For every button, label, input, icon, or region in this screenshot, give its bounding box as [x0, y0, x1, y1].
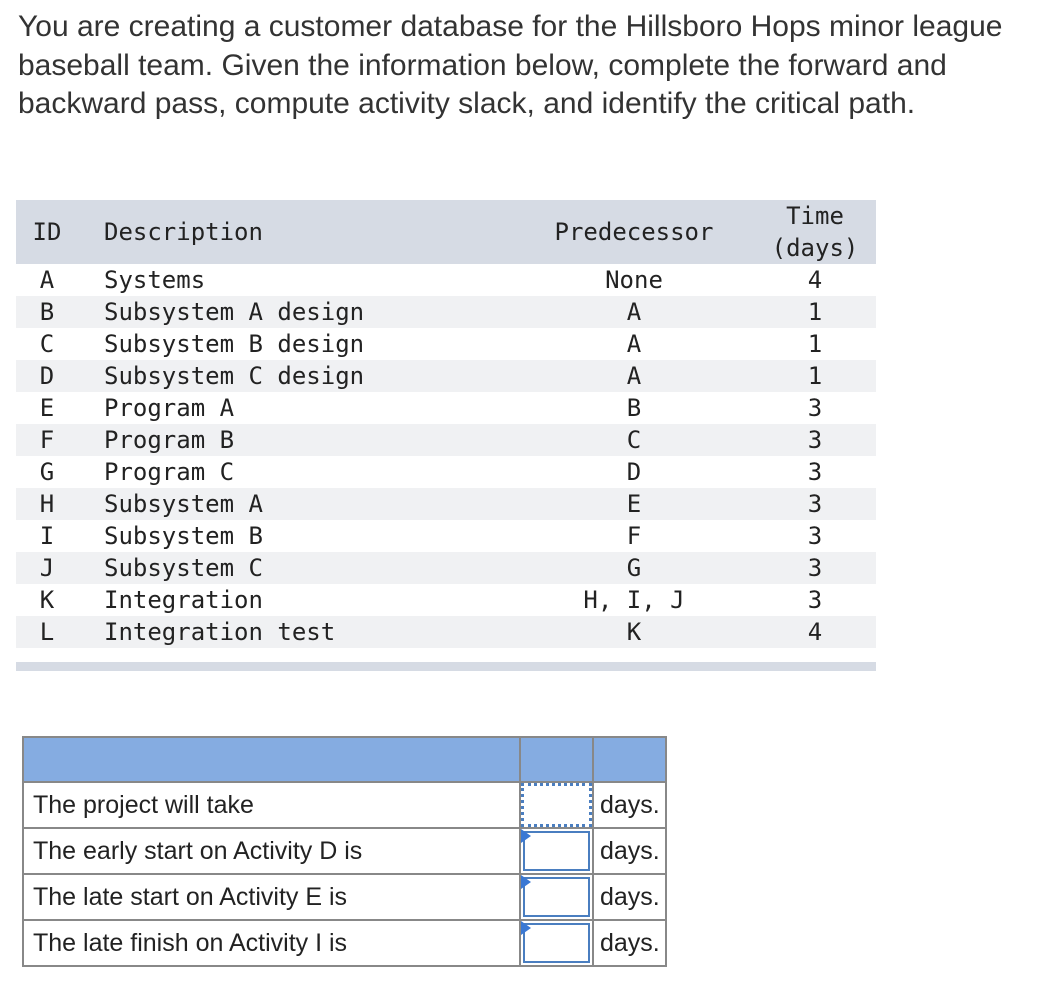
answer-row: The late start on Activity E is days. [22, 873, 667, 921]
header-description: Description [78, 200, 514, 264]
row-time: 3 [807, 586, 823, 614]
table-row: K Integration H, I, J 3 [16, 584, 876, 616]
row-id: J [16, 552, 78, 584]
table-row: H Subsystem AE3 [16, 488, 876, 520]
late-finish-i-input[interactable] [523, 923, 590, 963]
answer-unit: days. [592, 873, 667, 921]
project-duration-input[interactable] [521, 783, 592, 827]
row-description: Subsystem A design [78, 296, 514, 328]
answer-table-header [22, 736, 667, 783]
answer-input-cell [519, 827, 594, 875]
table-row: E Program A B 3 [16, 392, 876, 424]
table-row: F Program BC3 [16, 424, 876, 456]
row-description: Systems [104, 266, 206, 294]
row-id: K [39, 586, 55, 614]
table-row: A Systems None 4 [16, 264, 876, 296]
input-flag-icon [521, 875, 531, 889]
row-time: 1 [754, 296, 876, 328]
table-row: L Integration test K 4 [16, 616, 876, 648]
answer-question: The project will take [22, 781, 521, 829]
row-description: Program B [78, 424, 514, 456]
row-predecessor: D [626, 458, 642, 486]
header-time: Time (days) [754, 200, 876, 264]
answer-unit: days. [592, 827, 667, 875]
answer-header-unit-cell [592, 736, 667, 783]
activity-table-header: ID Description Predecessor Time (days) [16, 200, 876, 264]
row-time: 3 [807, 458, 823, 486]
row-id: H [16, 488, 78, 520]
answer-row: The early start on Activity D is days. [22, 827, 667, 875]
row-id: F [16, 424, 78, 456]
table-row: D Subsystem C design A 1 [16, 360, 876, 392]
row-time: 3 [754, 488, 876, 520]
answer-input-cell [519, 919, 594, 967]
row-id: C [39, 330, 55, 358]
row-time: 3 [807, 394, 823, 422]
answer-question: The late finish on Activity I is [22, 919, 521, 967]
row-predecessor: A [514, 296, 754, 328]
table-bottom-rule [16, 662, 876, 671]
header-time-line1: Time [786, 202, 844, 230]
row-predecessor: A [626, 330, 642, 358]
row-predecessor: None [605, 266, 663, 294]
row-id: I [39, 522, 55, 550]
row-id: E [39, 394, 55, 422]
table-row: I Subsystem B F 3 [16, 520, 876, 552]
answer-question: The late start on Activity E is [22, 873, 521, 921]
row-description: Subsystem C [78, 552, 514, 584]
row-description: Integration test [78, 616, 514, 648]
row-description: Subsystem B [104, 522, 263, 550]
table-row: B Subsystem A design A 1 [16, 296, 876, 328]
row-predecessor: A [514, 360, 754, 392]
row-id: G [39, 458, 55, 486]
row-description: Program A [104, 394, 235, 422]
activity-table: ID Description Predecessor Time (days) AS… [16, 200, 876, 648]
answer-header-question-cell [22, 736, 521, 783]
row-predecessor: H, I, J [583, 586, 685, 614]
table-row: J Subsystem CG3 [16, 552, 876, 584]
answer-row: The project will take days. [22, 781, 667, 829]
late-start-e-input[interactable] [523, 877, 590, 917]
row-predecessor: C [514, 424, 754, 456]
answer-table: The project will take days. The early st… [22, 736, 667, 967]
table-row: G Program C D 3 [16, 456, 876, 488]
row-time: 4 [754, 616, 876, 648]
row-time: 4 [807, 266, 823, 294]
row-predecessor: K [514, 616, 754, 648]
answer-input-cell [519, 781, 594, 829]
header-id: ID [16, 200, 78, 264]
row-id: B [16, 296, 78, 328]
input-flag-icon [521, 921, 531, 935]
row-time: 3 [754, 552, 876, 584]
problem-statement: You are creating a customer database for… [18, 10, 1003, 120]
header-predecessor: Predecessor [514, 200, 754, 264]
row-predecessor: B [626, 394, 642, 422]
row-time: 3 [807, 522, 823, 550]
row-description: Subsystem B design [104, 330, 365, 358]
row-id: L [16, 616, 78, 648]
row-description: Program C [104, 458, 235, 486]
answer-header-input-cell [519, 736, 594, 783]
input-flag-icon [521, 829, 531, 843]
row-time: 3 [754, 424, 876, 456]
row-predecessor: G [514, 552, 754, 584]
answer-input-cell [519, 873, 594, 921]
table-row: C Subsystem B design A 1 [16, 328, 876, 360]
row-time: 1 [807, 330, 823, 358]
row-description: Integration [104, 586, 263, 614]
answer-unit: days. [592, 919, 667, 967]
header-time-line2: (days) [771, 234, 859, 262]
answer-question: The early start on Activity D is [22, 827, 521, 875]
row-id: D [16, 360, 78, 392]
row-description: Subsystem C design [78, 360, 514, 392]
row-predecessor: E [514, 488, 754, 520]
row-predecessor: F [626, 522, 642, 550]
answer-row: The late finish on Activity I is days. [22, 919, 667, 967]
row-id: A [39, 266, 55, 294]
early-start-d-input[interactable] [523, 831, 590, 871]
answer-unit: days. [592, 781, 667, 829]
row-time: 1 [754, 360, 876, 392]
row-description: Subsystem A [78, 488, 514, 520]
